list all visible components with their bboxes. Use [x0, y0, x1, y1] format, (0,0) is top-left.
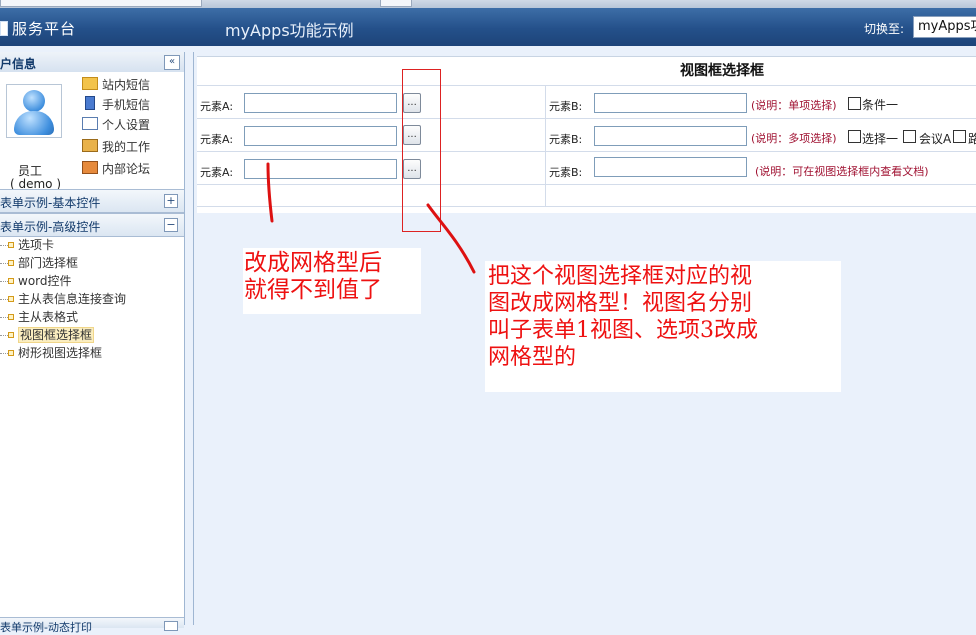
edit-icon: [82, 117, 98, 130]
tree-item-label: word控件: [18, 274, 72, 288]
annotation-line: 叫子表单1视图、选项3改成: [488, 318, 758, 343]
browser-tab[interactable]: [0, 0, 202, 7]
tree-item-label: 主从表信息连接查询: [18, 292, 127, 306]
note-multi-select: (说明：多项选择): [751, 132, 837, 145]
mail-icon: [82, 77, 98, 90]
phone-icon: [85, 96, 95, 110]
tree-item-master-detail-query[interactable]: 主从表信息连接查询: [0, 290, 184, 308]
app-header: 服务平台 myApps功能示例 切换至: myApps功: [0, 8, 976, 46]
tree-item-master-detail-format[interactable]: 主从表格式: [0, 308, 184, 326]
label-element-a: 元素A:: [200, 166, 234, 179]
avatar: [6, 84, 62, 138]
tree-item-tabs[interactable]: 选项卡: [0, 236, 184, 254]
platform-icon: [0, 21, 8, 36]
form-title: 视图框选择框: [680, 63, 764, 79]
tree-item-label: 部门选择框: [18, 256, 79, 270]
section-dynamic-print[interactable]: 表单示例-动态打印: [0, 617, 184, 634]
element-b-input[interactable]: [594, 157, 747, 177]
section-title: 表单示例-动态打印: [0, 621, 92, 634]
checkbox-option[interactable]: [953, 130, 966, 143]
user-avatar-icon: [23, 90, 45, 112]
checkbox-label: 会议A: [919, 132, 952, 146]
annotation-note-right: 把这个视图选择框对应的视 图改成网格型！视图名分别 叫子表单1视图、选项3改成 …: [485, 261, 841, 392]
browser-tab[interactable]: [380, 0, 412, 7]
app-switch-select[interactable]: myApps功: [913, 16, 976, 38]
menu-my-work[interactable]: 我的工作: [82, 138, 150, 155]
annotation-line: 就得不到值了: [244, 277, 382, 303]
tree-item-label: 视图框选择框: [18, 327, 95, 343]
tree-item-label: 选项卡: [18, 238, 55, 252]
menu-site-message[interactable]: 站内短信: [82, 76, 150, 93]
element-b-input[interactable]: [594, 126, 747, 146]
user-info-title: 户信息: [0, 57, 37, 71]
checkbox-label: 选择一: [862, 132, 899, 146]
element-a-input[interactable]: [244, 126, 397, 146]
expand-icon[interactable]: [164, 621, 178, 631]
element-a-input[interactable]: [244, 93, 397, 113]
home-icon: [82, 161, 98, 174]
collapse-icon[interactable]: −: [164, 218, 178, 232]
checkbox-option[interactable]: [848, 97, 861, 110]
empty-row: [197, 184, 976, 207]
tree-item-tree-view-select[interactable]: 树形视图选择框: [0, 344, 184, 362]
annotation-highlight-box: [402, 69, 441, 232]
tree-item-word[interactable]: word控件: [0, 272, 184, 290]
menu-forum[interactable]: 内部论坛: [82, 160, 150, 177]
cell-divider: [545, 152, 546, 185]
label-element-a: 元素A:: [200, 100, 234, 113]
menu-personal-settings[interactable]: 个人设置: [82, 116, 150, 133]
note-single-select: (说明：单项选择): [751, 99, 837, 112]
section-basic-controls[interactable]: 表单示例-基本控件 +: [0, 189, 184, 213]
label-element-a: 元素A:: [200, 133, 234, 146]
section-title: 表单示例-基本控件: [0, 196, 101, 210]
form-row: 元素A: ... 元素B: (说明：可在视图选择框内查看文档): [197, 151, 976, 185]
tree-item-view-select[interactable]: 视图框选择框: [0, 326, 184, 344]
app-title: myApps功能示例: [225, 21, 354, 40]
form-row: 元素A: ... 元素B: (说明：单项选择) 条件一: [197, 85, 976, 119]
tree-item-label: 树形视图选择框: [18, 346, 103, 360]
annotation-note-left: 改成网格型后 就得不到值了: [243, 248, 421, 314]
annotation-line: 图改成网格型！视图名分别: [488, 291, 753, 316]
annotation-line: 网格型的: [488, 345, 577, 370]
section-title: 表单示例-高级控件: [0, 220, 101, 234]
checkbox-label: 路: [968, 132, 976, 146]
element-b-input[interactable]: [594, 93, 747, 113]
annotation-line: 改成网格型后: [244, 250, 382, 276]
cell-divider: [545, 86, 546, 119]
user-panel: 员工 ( demo ) 站内短信 手机短信 个人设置 我的工作 内部论坛: [0, 72, 184, 191]
cell-divider: [545, 119, 546, 152]
platform-brand: 服务平台: [12, 20, 77, 38]
checkbox-label: 条件一: [862, 98, 899, 112]
tree-item-dept-select[interactable]: 部门选择框: [0, 254, 184, 272]
label-element-b: 元素B:: [549, 133, 583, 146]
checkbox-option[interactable]: [903, 130, 916, 143]
collapse-sidebar-button[interactable]: «: [164, 55, 180, 70]
menu-sms[interactable]: 手机短信: [82, 96, 150, 113]
form-row: 元素A: ... 元素B: (说明：多项选择) 选择一 会议A 路: [197, 118, 976, 152]
menu-label: 内部论坛: [102, 162, 151, 176]
user-info-header: 户信息 «: [0, 52, 184, 73]
menu-label: 手机短信: [102, 98, 151, 112]
switch-label: 切换至:: [864, 22, 905, 36]
sidebar: 户信息 « 员工 ( demo ) 站内短信 手机短信 个人设置 我的工作 内部…: [0, 52, 185, 634]
section-advanced-controls[interactable]: 表单示例-高级控件 −: [0, 213, 184, 237]
cell-divider: [545, 185, 546, 206]
menu-label: 我的工作: [102, 140, 151, 154]
element-a-input[interactable]: [244, 159, 397, 179]
label-element-b: 元素B:: [549, 166, 583, 179]
expand-icon[interactable]: +: [164, 194, 178, 208]
annotation-line: 把这个视图选择框对应的视: [488, 264, 753, 289]
menu-label: 站内短信: [102, 78, 151, 92]
tree-item-label: 主从表格式: [18, 310, 79, 324]
checkbox-option[interactable]: [848, 130, 861, 143]
menu-label: 个人设置: [102, 118, 151, 132]
note-view-doc: (说明：可在视图选择框内查看文档): [755, 165, 929, 178]
nav-tree: 选项卡 部门选择框 word控件 主从表信息连接查询 主从表格式 视图框选择框 …: [0, 236, 184, 362]
user-avatar-body: [14, 111, 54, 135]
view-select-form: 视图框选择框 元素A: ... 元素B: (说明：单项选择) 条件一 元素A: …: [197, 56, 976, 213]
label-element-b: 元素B:: [549, 100, 583, 113]
work-icon: [82, 139, 98, 152]
